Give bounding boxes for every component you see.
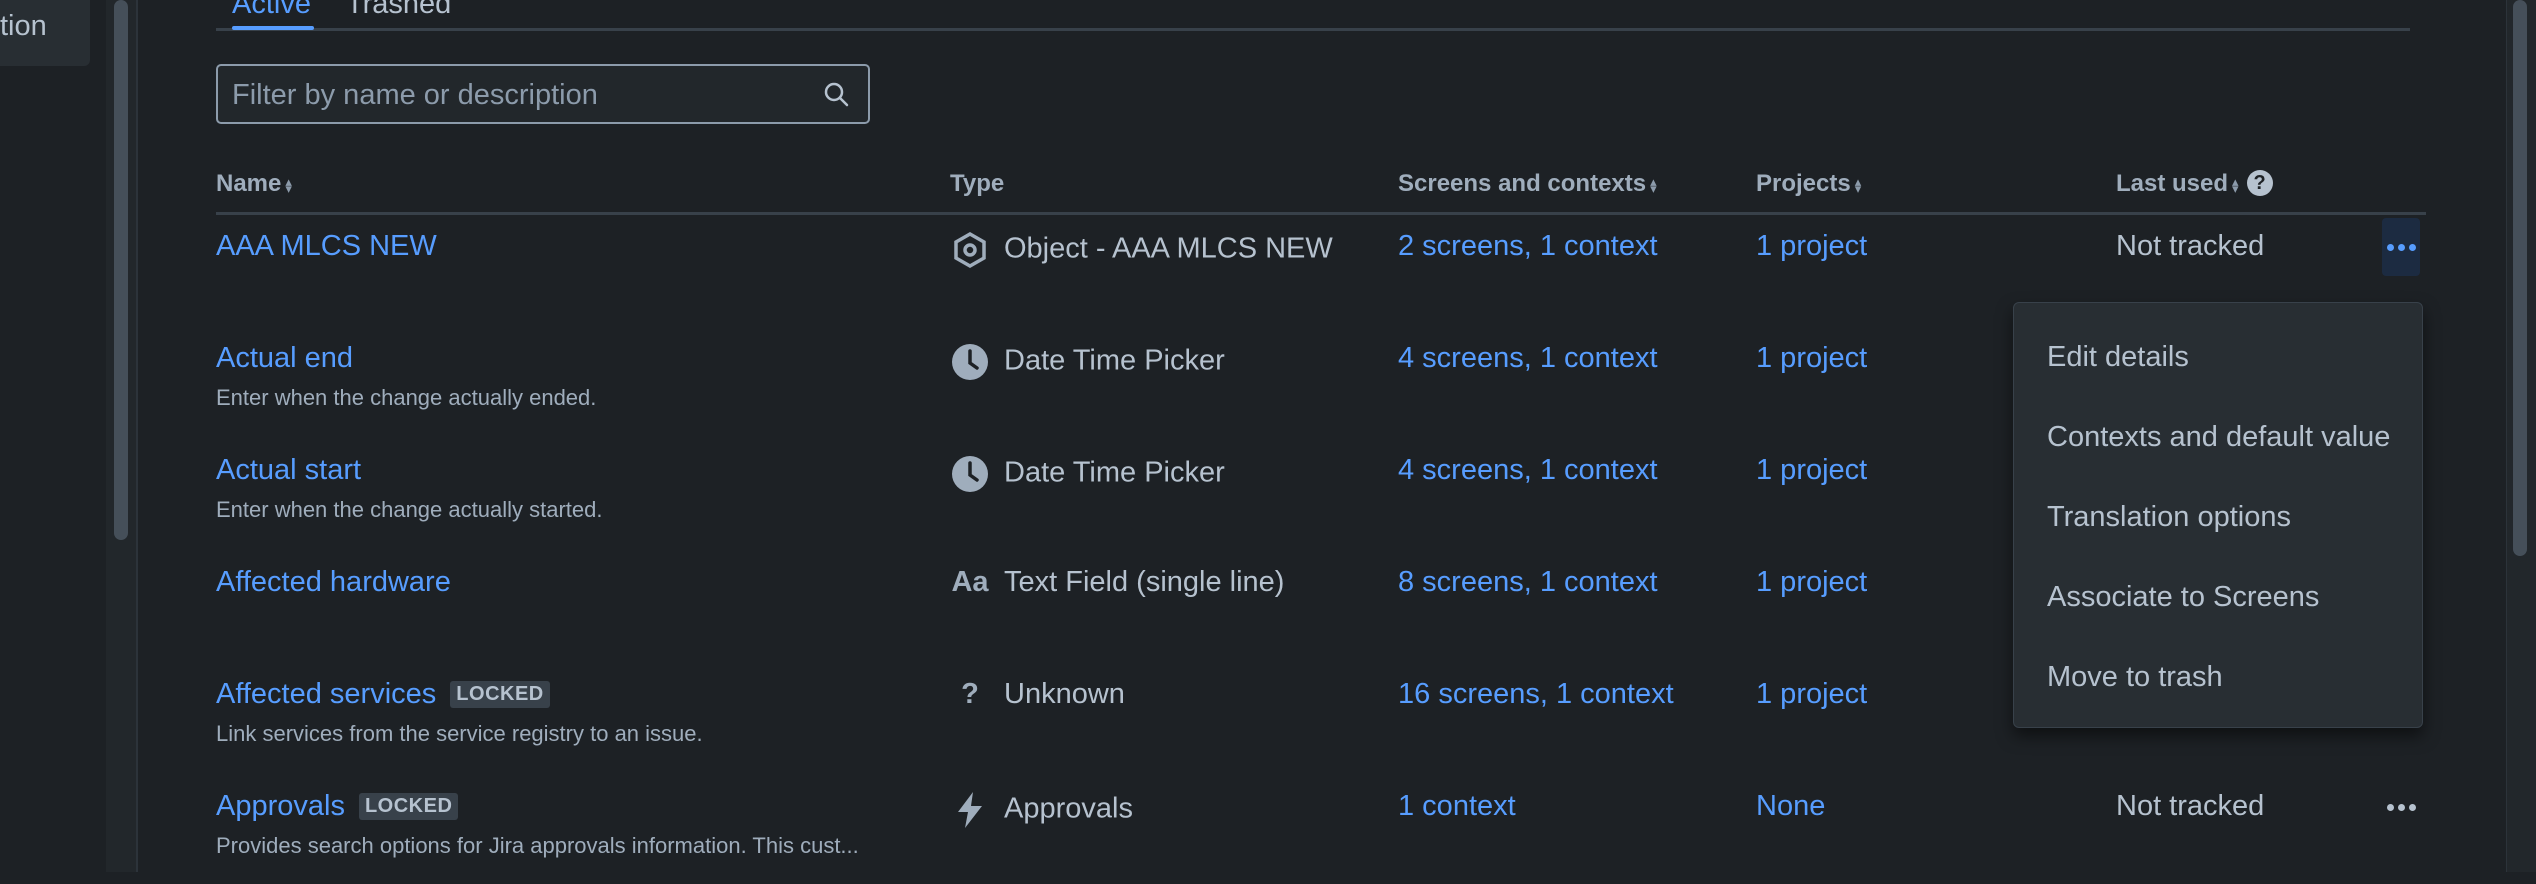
help-icon[interactable]: ? [2246,170,2273,196]
more-actions-button[interactable] [2382,218,2420,276]
sidebar-item-active[interactable]: tion [0,0,90,66]
field-description: Enter when the change actually started. [216,497,603,522]
field-name-link[interactable]: AAA MLCS NEW [216,230,437,262]
clock-icon [950,454,990,494]
more-icon [2397,243,2405,251]
more-icon [2386,243,2394,251]
tab-active[interactable]: Active [232,0,311,21]
field-name-cell: Actual end Enter when the change actuall… [216,342,596,411]
field-type-cell: Object - AAA MLCS NEW [950,230,1333,270]
last-used-value: Not tracked [2116,790,2265,822]
field-type-cell: ? Unknown [950,678,1125,711]
field-name-link[interactable]: Approvals [216,790,345,822]
projects-link[interactable]: 1 project [1756,230,1867,263]
field-type-cell: Date Time Picker [950,454,1225,494]
column-header-projects[interactable]: Projects ▴ ▾ [1756,170,1861,198]
more-icon [2408,243,2416,251]
field-name-link[interactable]: Actual start [216,454,361,486]
projects-link[interactable]: None [1756,790,1825,823]
menu-item-move-to-trash[interactable]: Move to trash [2014,637,2422,717]
more-icon [2408,803,2416,811]
menu-item-contexts-default-value[interactable]: Contexts and default value [2014,397,2422,477]
column-header-last-used[interactable]: Last used ▴ ▾? [2116,170,2273,198]
menu-item-associate-screens[interactable]: Associate to Screens [2014,557,2422,637]
filter-box [216,64,870,124]
field-description: Enter when the change actually ended. [216,385,597,410]
actions-menu: Edit details Contexts and default value … [2013,302,2423,728]
last-used-value: Not tracked [2116,230,2265,262]
field-description: Provides search options for Jira approva… [216,833,859,858]
sidebar-item-label: tion [0,10,47,42]
sort-icon[interactable]: ▴ ▾ [285,175,292,195]
locked-badge: LOCKED [358,793,459,820]
more-icon [2386,803,2394,811]
field-name-link[interactable]: Affected hardware [216,566,451,598]
screens-link[interactable]: 8 screens, 1 context [1398,566,1658,599]
field-name-cell: Affected services LOCKED Link services fr… [216,678,703,747]
object-icon [950,230,990,270]
column-header-screens[interactable]: Screens and contexts ▴ ▾ [1398,170,1657,198]
menu-item-edit-details[interactable]: Edit details [2014,317,2422,397]
lightning-icon [950,790,990,830]
table-header: Name ▴ ▾ Type Screens and contexts ▴ ▾ Proje… [216,164,2426,215]
search-icon[interactable] [822,80,850,108]
screens-link[interactable]: 4 screens, 1 context [1398,454,1658,487]
screens-link[interactable]: 1 context [1398,790,1516,823]
tab-bar: Active Trashed [216,0,2410,31]
column-header-type: Type [950,170,1005,197]
field-type-cell: Date Time Picker [950,342,1225,382]
projects-link[interactable]: 1 project [1756,678,1867,711]
field-name-cell: Affected hardware [216,566,451,599]
active-tab-indicator [232,26,314,30]
screens-link[interactable]: 2 screens, 1 context [1398,230,1658,263]
question-icon: ? [961,678,979,710]
locked-badge: LOCKED [450,681,550,708]
menu-item-translation-options[interactable]: Translation options [2014,477,2422,557]
field-name-cell: Actual start Enter when the change actua… [216,454,602,523]
main-scrollbar-thumb[interactable] [2513,0,2527,556]
field-name-cell: Approvals LOCKED Provides search options … [216,790,859,859]
projects-link[interactable]: 1 project [1756,454,1867,487]
more-actions-button[interactable] [2382,778,2420,836]
column-header-name[interactable]: Name ▴ ▾ [216,170,292,198]
sort-icon[interactable]: ▴ ▾ [2232,175,2239,195]
clock-icon [950,342,990,382]
projects-link[interactable]: 1 project [1756,342,1867,375]
sort-icon[interactable]: ▴ ▾ [1855,175,1862,195]
field-type-cell: Aa Text Field (single line) [951,566,1285,598]
screens-link[interactable]: 16 screens, 1 context [1398,678,1674,711]
field-description: Link services from the service registry … [216,721,703,746]
text-field-icon: Aa [951,566,989,598]
tab-bar-divider [216,28,2410,31]
filter-input[interactable] [230,66,814,124]
field-type-cell: Approvals [950,790,1133,830]
sort-icon[interactable]: ▴ ▾ [1650,175,1657,195]
left-sidebar: tion [0,0,108,872]
field-name-cell: AAA MLCS NEW [216,230,437,263]
screens-link[interactable]: 4 screens, 1 context [1398,342,1658,375]
field-name-link[interactable]: Affected services [216,678,436,710]
projects-link[interactable]: 1 project [1756,566,1867,599]
sidebar-scrollbar-thumb[interactable] [114,0,128,540]
table-row: Approvals LOCKED Provides search options … [216,772,2426,884]
more-icon [2397,803,2405,811]
tab-trashed[interactable]: Trashed [346,0,451,21]
field-name-link[interactable]: Actual end [216,342,353,374]
